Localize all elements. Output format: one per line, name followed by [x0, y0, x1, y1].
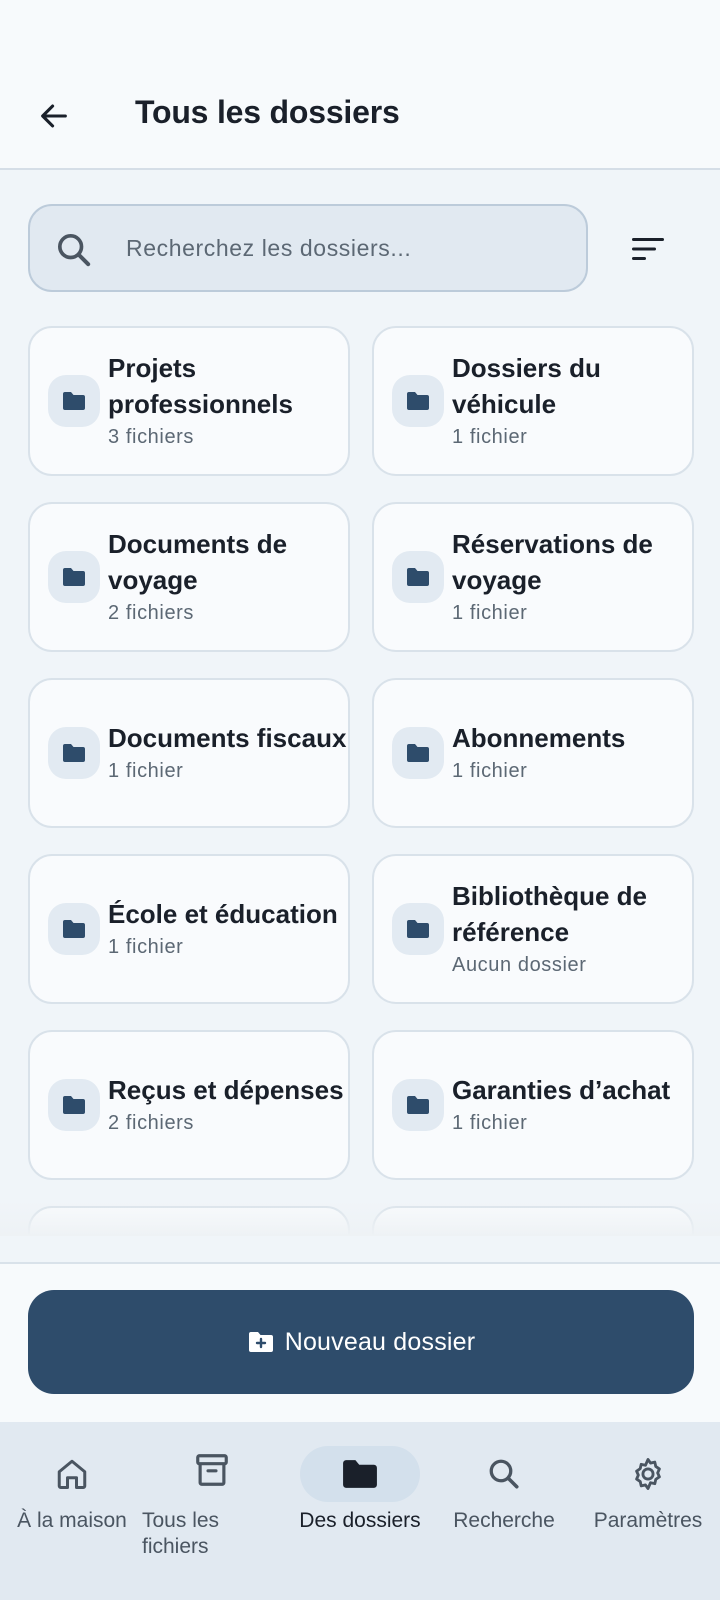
bottom-navigation: À la maison Tous les fichiers Des dossie… — [0, 1422, 720, 1600]
folder-icon — [63, 392, 85, 410]
nav-item-folders[interactable]: Des dossiers — [288, 1446, 432, 1576]
folder-card-3[interactable]: Réservations de voyage 1 fichier — [372, 502, 694, 652]
new-folder-label: Nouveau dossier — [284, 1327, 476, 1356]
folder-icon — [407, 392, 429, 410]
nav-label: Paramètres — [593, 1509, 703, 1532]
page-title: Tous les dossiers — [135, 94, 400, 130]
folder-count: 1 fichier — [452, 426, 528, 448]
back-button[interactable] — [24, 86, 84, 146]
folder-count: Aucun dossier — [452, 954, 587, 976]
search-icon — [489, 1459, 519, 1489]
folder-card-11[interactable]: Dossiers — [372, 1206, 694, 1236]
folder-plus-icon — [248, 1332, 273, 1352]
new-folder-button[interactable]: Nouveau dossier — [28, 1290, 694, 1394]
folder-card-4[interactable]: Documents fiscaux 1 fichier — [28, 678, 350, 828]
nav-item-all-files[interactable]: Tous les fichiers — [142, 1446, 286, 1576]
folder-icon — [63, 920, 85, 938]
folder-name: Documents de voyage — [108, 529, 288, 595]
nav-label: Tous les fichiers — [142, 1509, 220, 1558]
folder-icon — [63, 568, 85, 586]
folder-chip — [48, 727, 100, 779]
folder-chip — [392, 551, 444, 603]
folder-chip — [48, 1079, 100, 1131]
nav-item-settings[interactable]: Paramètres — [576, 1446, 720, 1576]
sort-icon — [632, 238, 664, 260]
folder-chip — [392, 375, 444, 427]
folder-count: 2 fichiers — [108, 1112, 195, 1134]
folder-chip — [392, 1079, 444, 1131]
search-icon — [58, 234, 91, 267]
folder-name: Dossiers du véhicule — [452, 353, 601, 419]
nav-label: Des dossiers — [299, 1509, 421, 1532]
folder-icon — [343, 1460, 377, 1488]
folder-chip — [48, 375, 100, 427]
home-icon — [57, 1459, 87, 1489]
folder-count: 2 fichiers — [108, 602, 195, 624]
sort-button[interactable] — [618, 224, 678, 274]
folder-count: 1 fichier — [108, 760, 184, 782]
folder-name: Bibliothèque de référence — [452, 881, 647, 947]
nav-label: À la maison — [17, 1509, 127, 1532]
folder-card-10[interactable]: Projets — [28, 1206, 350, 1236]
search-box[interactable] — [28, 204, 588, 292]
folder-card-0[interactable]: Projets professionnels 3 fichiers — [28, 326, 350, 476]
folder-count: 3 fichiers — [108, 426, 195, 448]
folder-icon — [407, 744, 429, 762]
folder-name: Projets professionnels — [108, 353, 293, 419]
nav-item-search[interactable]: Recherche — [432, 1446, 576, 1576]
gear-icon — [635, 1458, 661, 1490]
folder-name: Documents fiscaux — [108, 723, 347, 753]
folder-icon — [407, 920, 429, 938]
nav-label: Recherche — [453, 1509, 555, 1532]
folder-card-6[interactable]: École et éducation 1 fichier — [28, 854, 350, 1004]
folder-name: Reçus et dépenses — [108, 1075, 344, 1105]
status-bar — [0, 0, 720, 66]
app-bar: Tous les dossiers — [0, 66, 720, 170]
folder-chip — [48, 551, 100, 603]
folder-chip — [48, 903, 100, 955]
folder-card-2[interactable]: Documents de voyage 2 fichiers — [28, 502, 350, 652]
folder-name: École et éducation — [108, 899, 338, 929]
search-input[interactable] — [126, 206, 566, 290]
folder-count: 1 fichier — [452, 760, 528, 782]
folder-count: 1 fichier — [108, 936, 184, 958]
folder-icon — [63, 1096, 85, 1114]
folder-card-1[interactable]: Dossiers du véhicule 1 fichier — [372, 326, 694, 476]
folder-chip — [392, 727, 444, 779]
folder-icon — [407, 568, 429, 586]
folder-icon — [63, 744, 85, 762]
folder-count: 1 fichier — [452, 602, 528, 624]
arrow-left-icon — [41, 104, 67, 128]
folder-name: Garanties d’achat — [452, 1075, 671, 1105]
folder-card-5[interactable]: Abonnements 1 fichier — [372, 678, 694, 828]
archive-icon — [196, 1454, 228, 1486]
nav-item-home[interactable]: À la maison — [0, 1446, 144, 1576]
folder-card-7[interactable]: Bibliothèque de référence Aucun dossier — [372, 854, 694, 1004]
folder-card-9[interactable]: Garanties d’achat 1 fichier — [372, 1030, 694, 1180]
folder-chip — [392, 903, 444, 955]
folder-count: 1 fichier — [452, 1112, 528, 1134]
folder-name: Abonnements — [452, 723, 626, 753]
folder-name: Réservations de voyage — [452, 529, 653, 595]
folder-card-8[interactable]: Reçus et dépenses 2 fichiers — [28, 1030, 350, 1180]
folder-icon — [407, 1096, 429, 1114]
bottom-action-panel: Nouveau dossier — [0, 1262, 720, 1422]
folder-grid: Projets professionnels 3 fichiers Dossie… — [0, 320, 720, 1236]
